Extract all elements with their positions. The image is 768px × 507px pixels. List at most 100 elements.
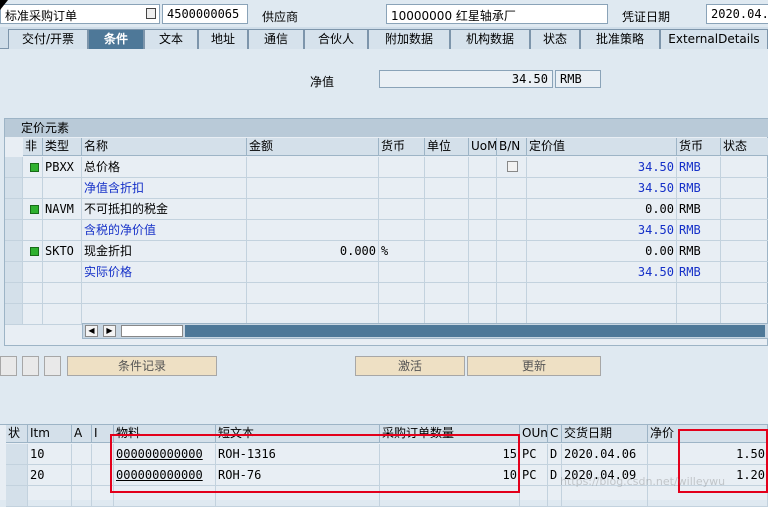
pricing-cell-val-currency[interactable]: RMB <box>677 241 721 262</box>
details-icon[interactable] <box>0 356 17 376</box>
delete-row-icon[interactable] <box>44 356 61 376</box>
tab-delivery-invoice[interactable]: 交付/开票 <box>8 29 88 49</box>
vendor-field[interactable]: 10000000 红星轴承厂 <box>386 4 608 24</box>
pricing-cell-name[interactable]: 总价格 <box>82 157 247 178</box>
dropdown-icon[interactable] <box>146 8 156 19</box>
pricing-cell-type[interactable] <box>43 283 82 304</box>
pricing-cell-val-currency[interactable]: RMB <box>677 178 721 199</box>
pricing-cell-name[interactable] <box>82 283 247 304</box>
pricing-cell-currency[interactable] <box>379 220 425 241</box>
col-condition-value[interactable]: 定价值 <box>527 138 677 156</box>
item-col-c[interactable]: C <box>548 425 562 443</box>
item-cell-a[interactable] <box>72 465 92 486</box>
pricing-cell-bn[interactable] <box>497 262 527 283</box>
pricing-cell-name[interactable] <box>82 304 247 325</box>
pricing-cell-type[interactable] <box>43 262 82 283</box>
pricing-cell-val-currency[interactable]: RMB <box>677 199 721 220</box>
row-selector[interactable] <box>5 157 23 178</box>
pricing-cell-currency[interactable] <box>379 304 425 325</box>
pricing-cell-bn[interactable] <box>497 283 527 304</box>
pricing-cell-value[interactable]: 34.50 <box>527 178 677 199</box>
pricing-cell-amount[interactable] <box>247 304 379 325</box>
pricing-cell-value[interactable]: 34.50 <box>527 157 677 178</box>
pricing-cell-bn[interactable] <box>497 157 527 178</box>
item-cell-itm[interactable]: 10 <box>28 444 72 465</box>
pricing-scrollbar[interactable]: ◀ ▶ <box>82 323 768 339</box>
po-number-field[interactable]: 4500000065 <box>162 4 248 24</box>
pricing-cell-status[interactable] <box>721 157 768 178</box>
pricing-cell-amount[interactable] <box>247 262 379 283</box>
insert-row-icon[interactable] <box>22 356 39 376</box>
pricing-cell-amount[interactable] <box>247 283 379 304</box>
pricing-cell-uom[interactable] <box>469 262 497 283</box>
item-cell-a[interactable] <box>72 444 92 465</box>
pricing-cell-inactive[interactable] <box>23 283 43 304</box>
pricing-cell-unit[interactable] <box>425 262 469 283</box>
item-cell-oun[interactable] <box>520 486 548 507</box>
scroll-track[interactable] <box>185 325 765 337</box>
pricing-cell-value[interactable]: 34.50 <box>527 220 677 241</box>
pricing-cell-val-currency[interactable] <box>677 283 721 304</box>
pricing-cell-bn[interactable] <box>497 304 527 325</box>
pricing-cell-unit[interactable] <box>425 157 469 178</box>
col-inactive[interactable]: 非 <box>23 138 43 156</box>
pricing-cell-name[interactable]: 实际价格 <box>82 262 247 283</box>
pricing-cell-currency[interactable]: % <box>379 241 425 262</box>
pricing-cell-uom[interactable] <box>469 199 497 220</box>
pricing-cell-val-currency[interactable]: RMB <box>677 157 721 178</box>
pricing-cell-bn[interactable] <box>497 241 527 262</box>
item-cell-c[interactable]: D <box>548 444 562 465</box>
pricing-cell-inactive[interactable] <box>23 304 43 325</box>
pricing-cell-val-currency[interactable]: RMB <box>677 262 721 283</box>
pricing-cell-unit[interactable] <box>425 178 469 199</box>
item-col-a[interactable]: A <box>72 425 92 443</box>
row-selector[interactable] <box>5 304 23 325</box>
pricing-cell-name[interactable]: 现金折扣 <box>82 241 247 262</box>
pricing-cell-status[interactable] <box>721 304 768 325</box>
pricing-cell-type[interactable] <box>43 178 82 199</box>
pricing-cell-amount[interactable]: 0.000 <box>247 241 379 262</box>
pricing-cell-inactive[interactable] <box>23 178 43 199</box>
pricing-cell-bn[interactable] <box>497 178 527 199</box>
item-cell-delivery-date[interactable]: 2020.04.06 <box>562 444 648 465</box>
pricing-cell-amount[interactable] <box>247 220 379 241</box>
pricing-cell-inactive[interactable] <box>23 241 43 262</box>
pricing-cell-uom[interactable] <box>469 220 497 241</box>
pricing-cell-value[interactable]: 34.50 <box>527 262 677 283</box>
pricing-cell-currency[interactable] <box>379 199 425 220</box>
pricing-cell-val-currency[interactable] <box>677 304 721 325</box>
pricing-cell-status[interactable] <box>721 220 768 241</box>
doc-type-field[interactable]: 标准采购订单 <box>0 4 160 24</box>
col-unit[interactable]: 单位 <box>425 138 469 156</box>
item-col-itm[interactable]: Itm <box>28 425 72 443</box>
pricing-cell-value[interactable] <box>527 283 677 304</box>
col-amount[interactable]: 金额 <box>247 138 379 156</box>
pricing-cell-bn[interactable] <box>497 220 527 241</box>
doc-date-field[interactable]: 2020.04. <box>706 4 768 24</box>
pricing-cell-type[interactable]: NAVM <box>43 199 82 220</box>
pricing-cell-type[interactable] <box>43 304 82 325</box>
tab-texts[interactable]: 文本 <box>144 29 198 49</box>
activate-button[interactable]: 激活 <box>355 356 465 376</box>
col-type[interactable]: 类型 <box>43 138 82 156</box>
pricing-cell-amount[interactable] <box>247 157 379 178</box>
pricing-cell-uom[interactable] <box>469 178 497 199</box>
update-button[interactable]: 更新 <box>467 356 601 376</box>
item-col-oun[interactable]: OUn <box>520 425 548 443</box>
scroll-left-icon[interactable]: ◀ <box>85 325 98 337</box>
pricing-cell-currency[interactable] <box>379 283 425 304</box>
tab-status[interactable]: 状态 <box>530 29 580 49</box>
pricing-cell-status[interactable] <box>721 178 768 199</box>
condition-record-button[interactable]: 条件记录 <box>67 356 217 376</box>
pricing-cell-unit[interactable] <box>425 199 469 220</box>
pricing-cell-uom[interactable] <box>469 241 497 262</box>
item-cell-itm[interactable] <box>28 486 72 507</box>
col-name[interactable]: 名称 <box>82 138 247 156</box>
scroll-right-icon[interactable]: ▶ <box>103 325 116 337</box>
tab-address[interactable]: 地址 <box>198 29 248 49</box>
pricing-cell-inactive[interactable] <box>23 220 43 241</box>
pricing-cell-type[interactable] <box>43 220 82 241</box>
item-cell-delivery-date[interactable] <box>562 486 648 507</box>
pricing-cell-unit[interactable] <box>425 283 469 304</box>
item-row-selector[interactable] <box>6 444 28 465</box>
